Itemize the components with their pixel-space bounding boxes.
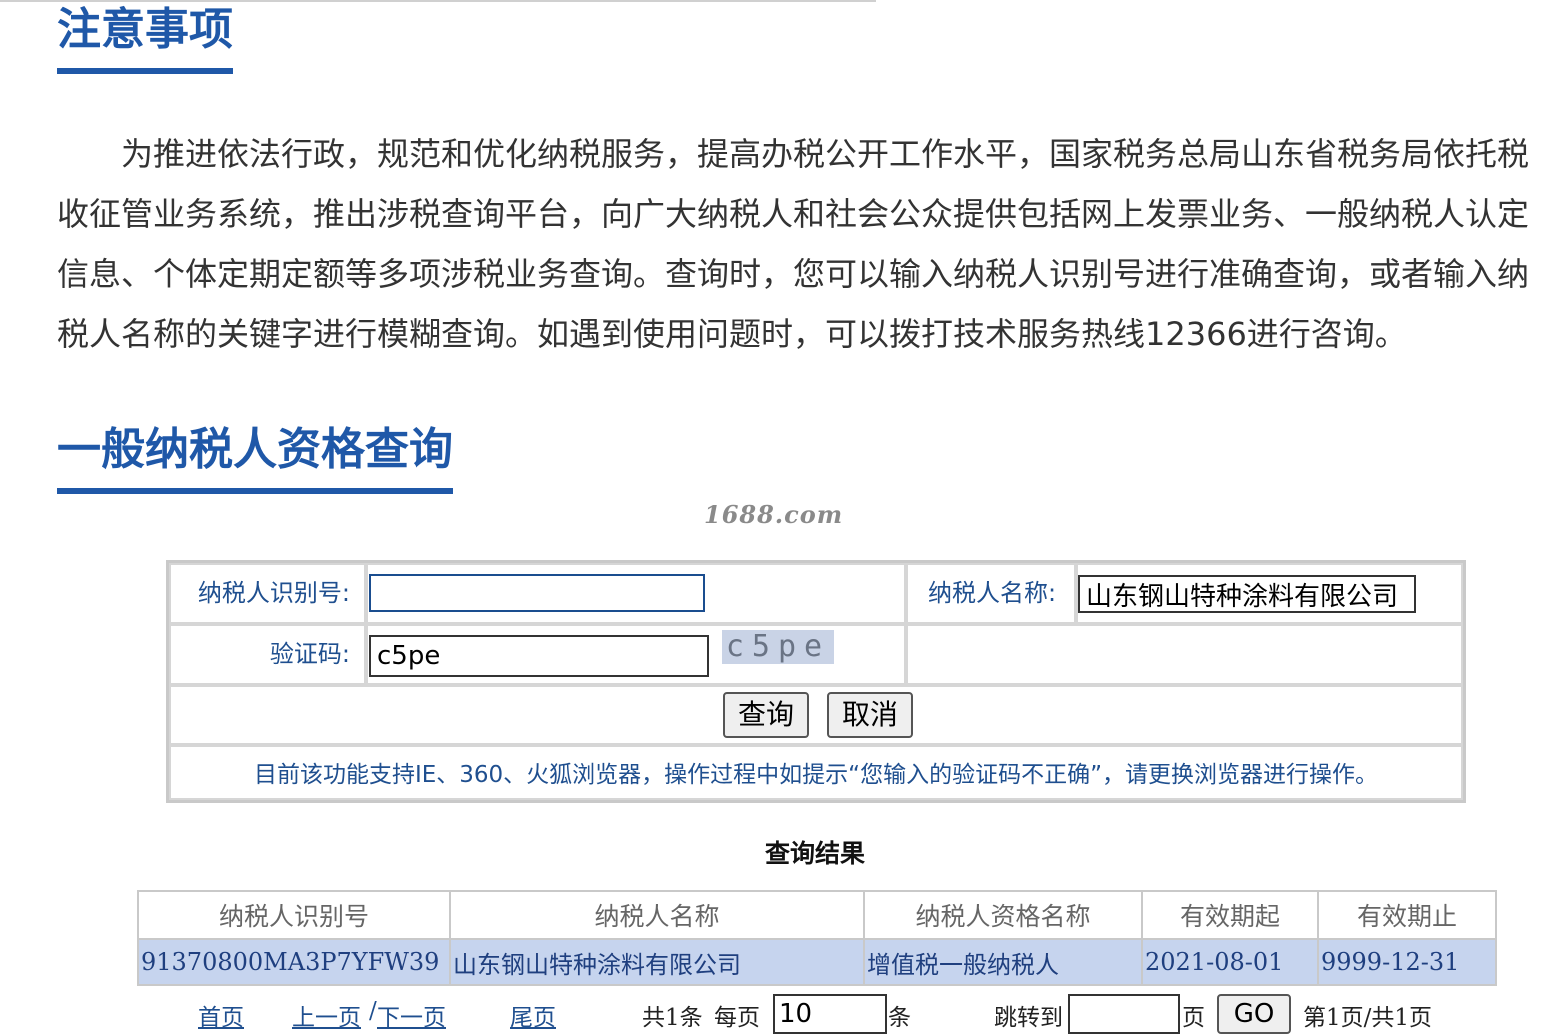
jump-page-input[interactable] — [1068, 994, 1180, 1034]
button-row: 查询 取消 — [169, 685, 1463, 745]
pager-separator: / — [369, 998, 377, 1024]
go-button[interactable]: GO — [1217, 994, 1291, 1034]
captcha-label: 验证码: — [169, 624, 366, 685]
column-header: 纳税人资格名称 — [865, 892, 1141, 938]
captcha-image[interactable]: c5pe — [722, 630, 834, 664]
first-page-link[interactable]: 首页 — [198, 998, 244, 1032]
watermark: 1688.com — [704, 500, 844, 529]
query-button[interactable]: 查询 — [723, 692, 809, 738]
taxpayer-name-cell — [1076, 563, 1463, 624]
query-form: 纳税人识别号: 纳税人名称: 验证码: c5pe 查询 取消 目前该功能支持IE… — [166, 560, 1466, 803]
notice-title-underline — [57, 68, 233, 75]
taxpayer-name-input[interactable] — [1078, 575, 1416, 613]
prev-page-link[interactable]: 上一页 — [292, 998, 361, 1032]
table-cell: 9999-12-31 — [1319, 940, 1495, 984]
table-cell: 增值税一般纳税人 — [865, 940, 1141, 984]
browser-note: 目前该功能支持IE、360、火狐浏览器，操作过程中如提示“您输入的验证码不正确”… — [169, 745, 1463, 800]
table-cell: 2021-08-01 — [1143, 940, 1317, 984]
taxpayer-id-input[interactable] — [369, 574, 705, 612]
taxpayer-id-label: 纳税人识别号: — [169, 563, 366, 624]
per-page-unit: 条 — [888, 1005, 911, 1031]
pagination: 首页 上一页 / 下一页 尾页 共1条 每页 条 跳转到 页 GO 第1页/共1… — [137, 994, 1546, 1034]
next-page-link[interactable]: 下一页 — [377, 998, 446, 1032]
query-section-title: 一般纳税人资格查询 — [57, 424, 453, 495]
results-caption: 查询结果 — [764, 839, 865, 868]
notice-title-text: 注意事项 — [57, 4, 233, 55]
table-cell: 山东钢山特种涂料有限公司 — [451, 940, 863, 984]
notice-text: 为推进依法行政，规范和优化纳税服务，提高办税公开工作水平，国家税务总局山东省税务… — [57, 135, 1530, 353]
table-row[interactable]: 91370800MA3P7YFW39 山东钢山特种涂料有限公司 增值税一般纳税人… — [139, 940, 1495, 984]
per-page-input[interactable] — [773, 994, 887, 1034]
table-cell: 91370800MA3P7YFW39 — [139, 940, 449, 984]
results-header-row: 纳税人识别号 纳税人名称 纳税人资格名称 有效期起 有效期止 — [139, 892, 1495, 938]
results-table: 纳税人识别号 纳税人名称 纳税人资格名称 有效期起 有效期止 91370800M… — [137, 890, 1497, 986]
cancel-button[interactable]: 取消 — [827, 692, 913, 738]
column-header: 纳税人名称 — [451, 892, 863, 938]
page-unit: 页 — [1182, 1005, 1205, 1031]
query-section-title-text: 一般纳税人资格查询 — [57, 424, 453, 475]
column-header: 有效期止 — [1319, 892, 1495, 938]
total-count: 共1条 — [642, 1005, 703, 1031]
per-page-label: 每页 — [714, 1005, 760, 1031]
jump-label: 跳转到 — [994, 1005, 1063, 1031]
notice-title: 注意事项 — [57, 4, 233, 75]
taxpayer-name-label: 纳税人名称: — [906, 563, 1076, 624]
column-header: 纳税人识别号 — [139, 892, 449, 938]
captcha-input[interactable] — [369, 635, 709, 677]
last-page-link[interactable]: 尾页 — [510, 998, 556, 1032]
empty-cell — [906, 624, 1463, 685]
query-section-title-underline — [57, 488, 453, 495]
column-header: 有效期起 — [1143, 892, 1317, 938]
top-divider — [0, 0, 876, 2]
page-info: 第1页/共1页 — [1303, 1005, 1433, 1031]
taxpayer-id-cell — [366, 563, 906, 624]
